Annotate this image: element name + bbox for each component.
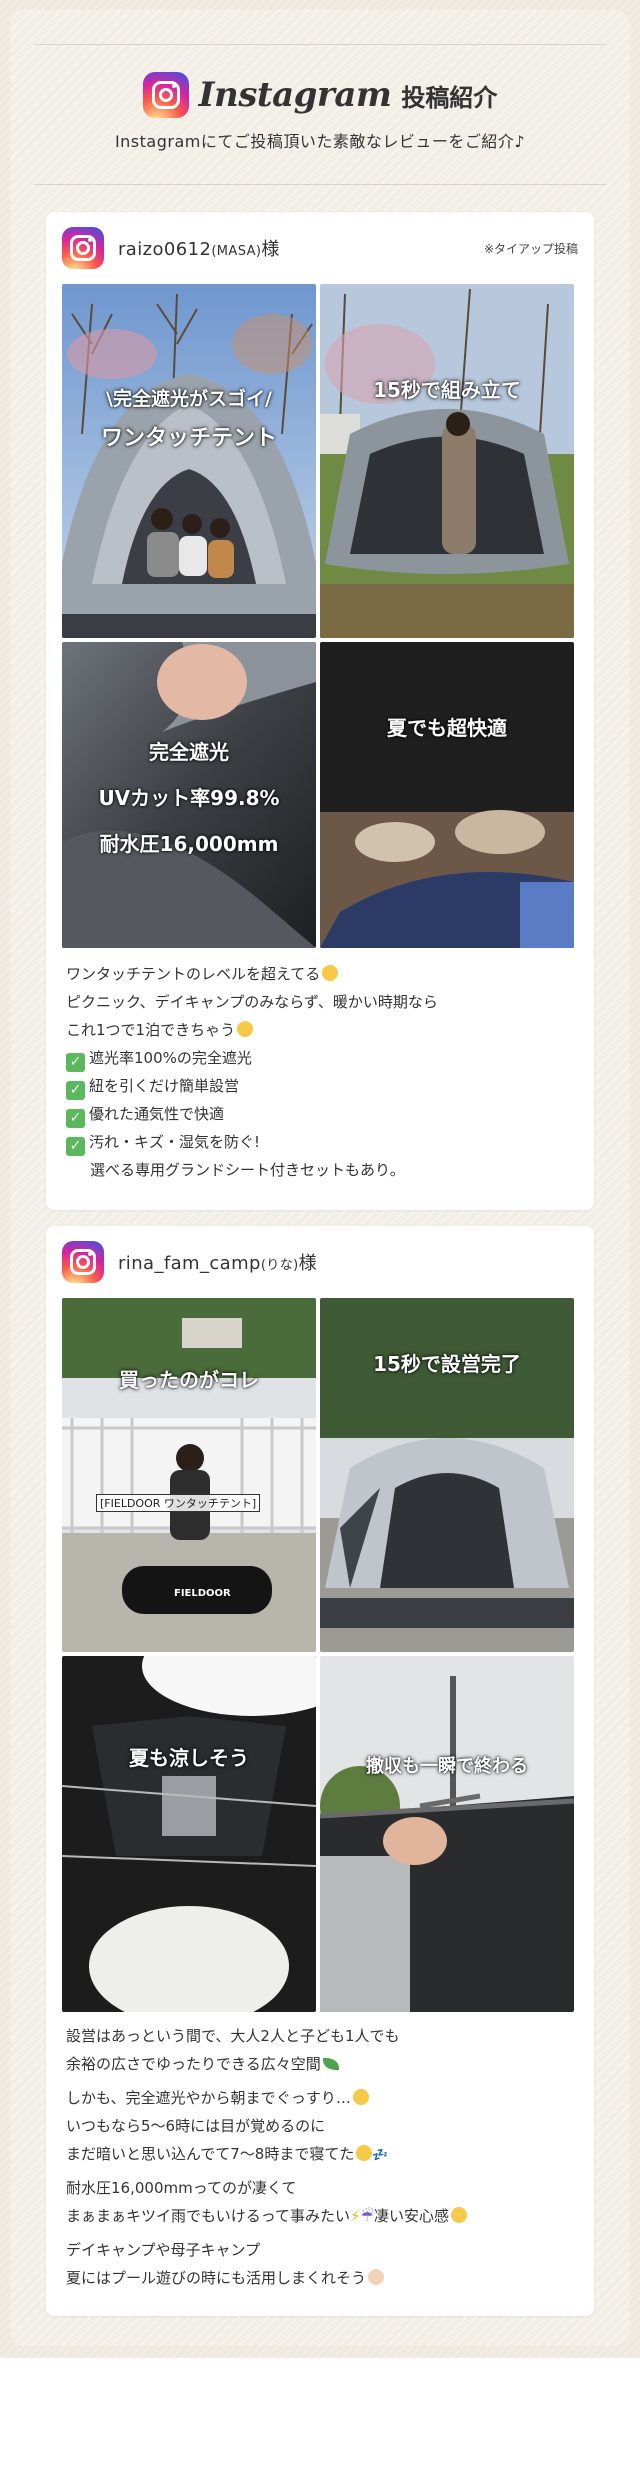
umbrella-rain-emoji-icon: ☔ [360,2207,374,2225]
instagram-logo-icon [62,1241,104,1283]
photo-caption: 買ったのがコレ [119,1368,259,1392]
check-box-icon: ✓ [66,1053,85,1072]
review-line: 夏にはプール遊びの時にも活用しまくれそう [66,2269,367,2287]
review-line: まだ暗いと思い込んでて7〜8時まで寝てた [66,2145,355,2163]
username-text: raizo0612 [118,239,212,260]
post-photo-2[interactable]: 15秒で設営完了 [320,1298,574,1652]
hand-emoji-icon [368,2269,385,2285]
smile-emoji-icon [237,1021,254,1037]
feature-item: 優れた通気性で快適 [89,1105,225,1123]
header-title-jp: 投稿紹介 [401,83,498,112]
header-subtitle: Instagramにてご投稿頂いた素敵なレビューをご紹介♪ [114,132,526,151]
product-label: [FIELDOOR ワンタッチテント] [96,1494,261,1512]
username[interactable]: rina_fam_camp(りな)様 [118,1249,317,1275]
photo-caption: 夏も涼しそう [129,1746,249,1770]
post-photo-4[interactable]: 撤収も一瞬で終わる [320,1656,574,2012]
relieved-emoji-icon [450,2207,467,2223]
review-line: これ1つで1泊できちゃう [66,1021,236,1039]
review-line: 設営はあっという間で、大人2人と子ども1人でも [66,2027,400,2045]
header-title-instagram: Instagram [198,75,392,115]
post-card-raizo: raizo0612(MASA)様 ※タイアップ投稿 \完全遮光がスゴイ/ ワンタ… [46,212,594,1210]
tieup-note: ※タイアップ投稿 [483,242,578,256]
honorific: 様 [261,239,280,260]
leaf-emoji-icon [322,2058,339,2070]
divider-header [34,184,606,185]
review-line: しかも、完全遮光やから朝までぐっすり… [66,2089,351,2107]
check-box-icon: ✓ [66,1137,85,1156]
photo-caption: UVカット率99.8% [98,786,280,810]
photo-caption: 夏でも超快適 [387,716,507,740]
review-line: デイキャンプや母子キャンプ [66,2241,261,2259]
post-card-rina: rina_fam_camp(りな)様 買ったのがコレ [FIELDOOR ワンタ… [46,1226,594,2316]
review-line: 耐水圧16,000mmってのが凄くて [66,2179,297,2197]
review-text: 設営はあっという間で、大人2人と子ども1人でも 余裕の広さでゆったりできる広々空… [66,2022,576,2292]
review-line: まぁまぁキツイ雨でもいけるって事みたい [66,2207,350,2225]
username[interactable]: raizo0612(MASA)様 [118,235,280,261]
post-photo-3[interactable]: 夏も涼しそう [62,1656,316,2012]
photo-caption: 完全遮光 [149,740,229,764]
photo-caption: 15秒で組み立て [373,378,521,402]
post-header: rina_fam_camp(りな)様 [62,1240,578,1284]
smile-emoji-icon [322,965,339,981]
photo-caption: \完全遮光がスゴイ/ [106,388,272,410]
lightning-emoji-icon: ⚡ [349,2207,361,2225]
laughing-emoji-icon [356,2145,373,2161]
sleepy-emoji-icon [352,2089,369,2105]
feature-item: 紐を引くだけ簡単設営 [89,1077,240,1095]
nickname: (りな) [260,1258,299,1273]
post-photo-1[interactable]: \完全遮光がスゴイ/ ワンタッチテント [62,284,316,638]
sleeping-zz-icon: 💤 [372,2148,389,2163]
feature-item: 汚れ・キズ・湿気を防ぐ! [89,1133,261,1151]
post-photo-4[interactable]: 夏でも超快適 [320,642,574,948]
divider-top [34,44,606,45]
feature-item-cont: 選べる専用グランドシート付きセットもあり。 [90,1161,405,1179]
review-line: ピクニック、デイキャンプのみならず、暖かい時期なら [66,993,438,1011]
post-photo-3[interactable]: 完全遮光 UVカット率99.8% 耐水圧16,000mm [62,642,316,948]
feature-item: 遮光率100%の完全遮光 [89,1049,252,1067]
photo-caption: 耐水圧16,000mm [99,832,279,856]
photo-caption: 撤収も一瞬で終わる [366,1756,528,1777]
instagram-logo-icon [142,72,189,118]
review-line: 余裕の広さでゆったりできる広々空間 [66,2055,321,2073]
review-line: ワンタッチテントのレベルを超えてる [66,965,321,983]
review-line: 凄い安心感 [373,2207,449,2225]
post-photo-1[interactable]: 買ったのがコレ [FIELDOOR ワンタッチテント] FIELDOOR [62,1298,316,1652]
post-photo-2[interactable]: 15秒で組み立て [320,284,574,638]
username-text: rina_fam_camp [118,1253,261,1274]
post-header: raizo0612(MASA)様 ※タイアップ投稿 [62,226,578,270]
photo-caption: 15秒で設営完了 [373,1352,521,1376]
review-line: いつもなら5〜6時には目が覚めるのに [66,2117,326,2135]
honorific: 様 [298,1253,317,1274]
instagram-logo-icon [62,227,104,269]
check-box-icon: ✓ [66,1081,85,1100]
check-box-icon: ✓ [66,1109,85,1128]
review-text: ワンタッチテントのレベルを超えてる ピクニック、デイキャンプのみならず、暖かい時… [66,960,576,1184]
nickname: (MASA) [211,244,262,259]
bag-brand-label: FIELDOOR [174,1588,231,1599]
photo-caption: ワンタッチテント [100,426,277,451]
section-header: Instagram 投稿紹介 [0,70,640,120]
